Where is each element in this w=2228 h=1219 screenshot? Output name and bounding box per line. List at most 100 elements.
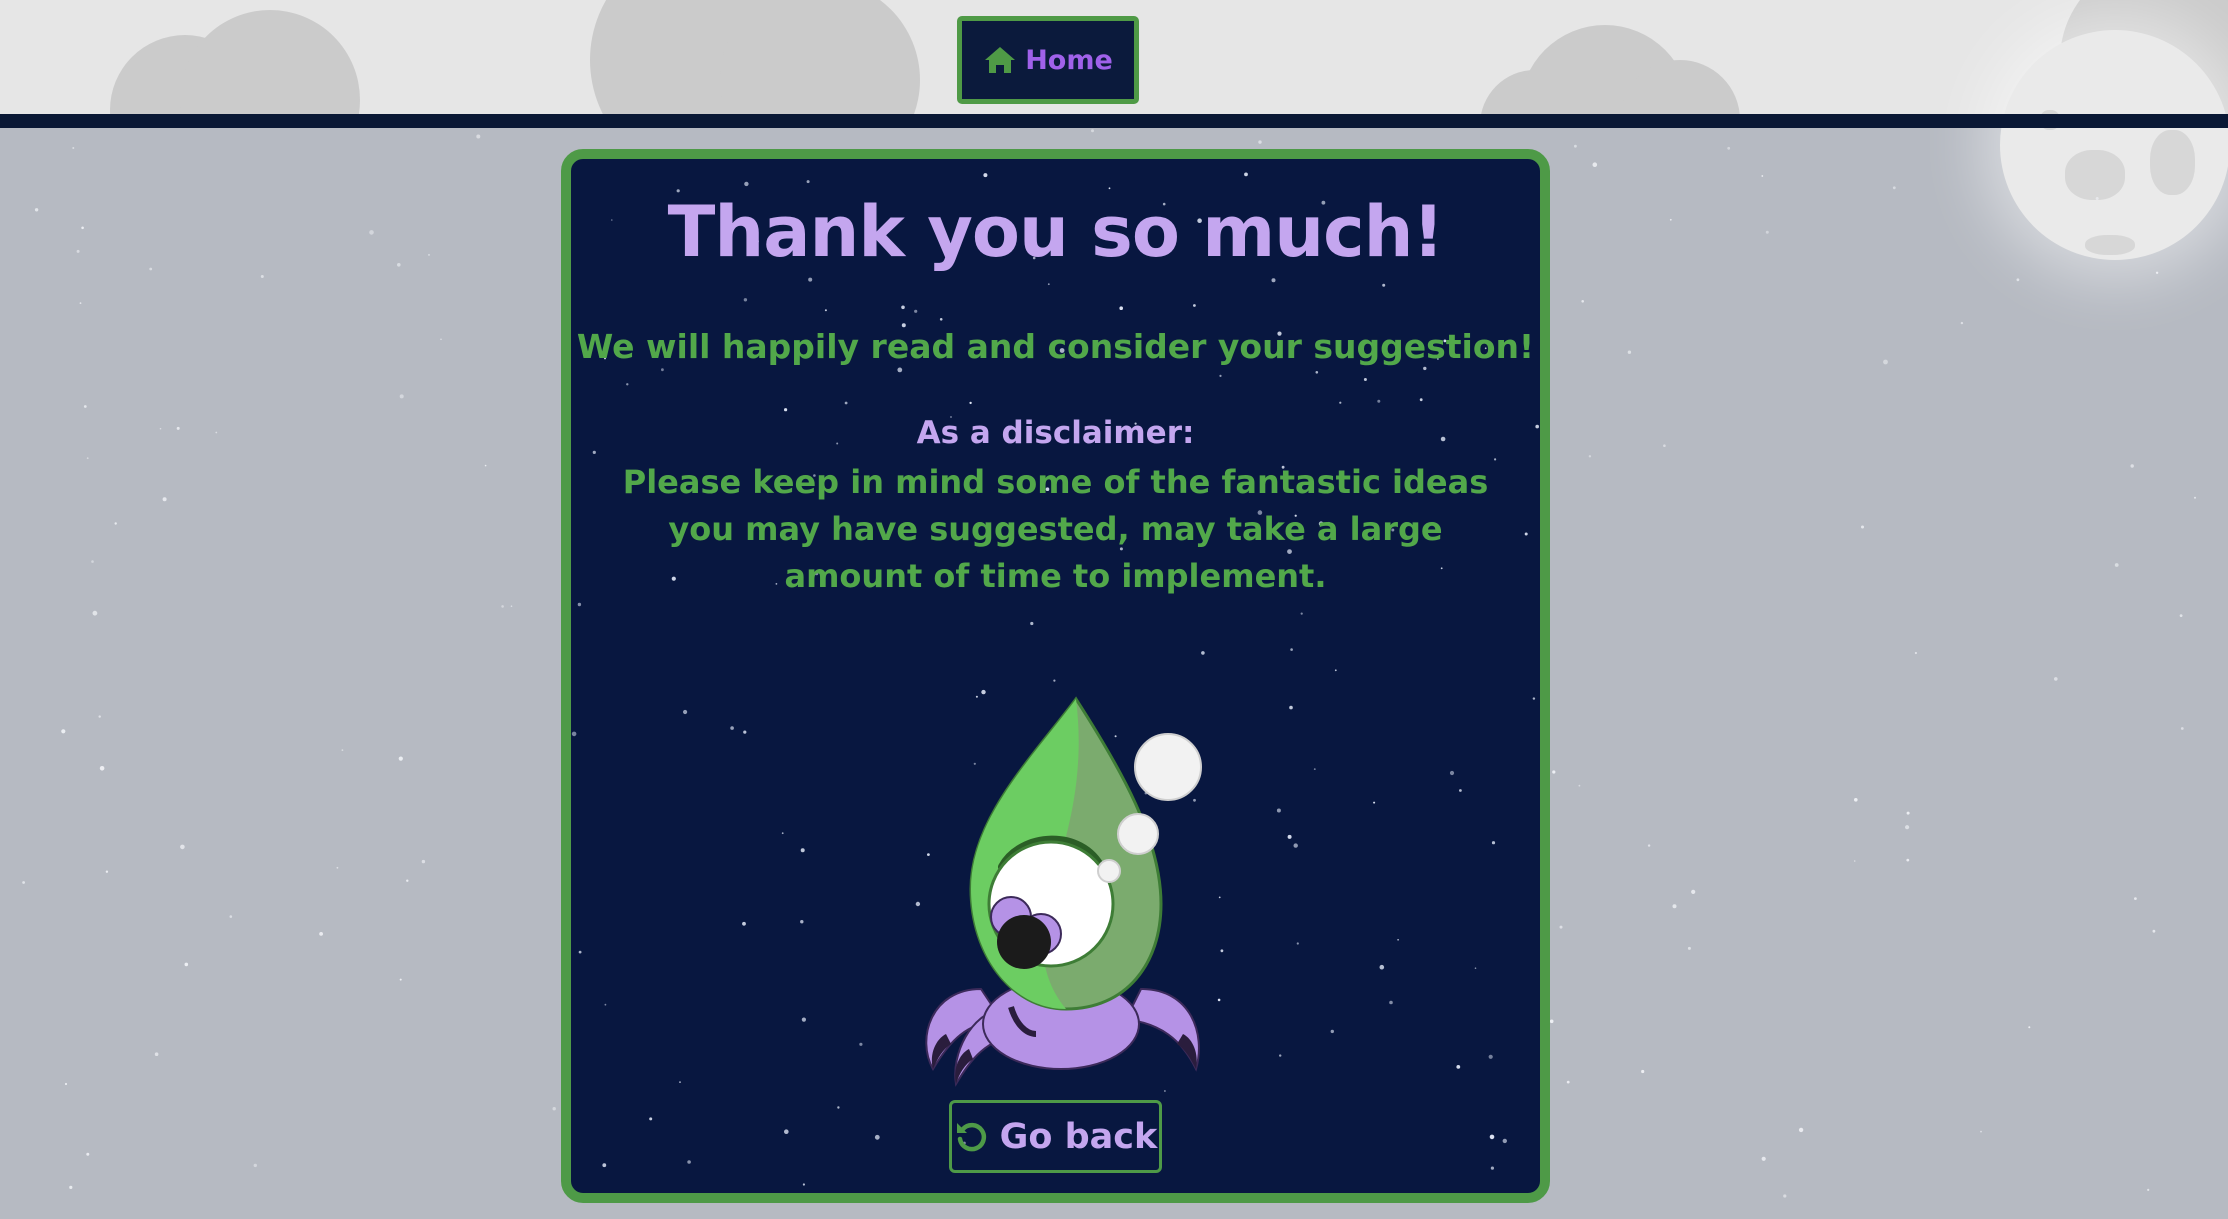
star-decoration <box>1456 1065 1461 1069</box>
star-decoration <box>1313 768 1316 770</box>
star-decoration <box>552 1107 556 1111</box>
star-decoration <box>2134 897 2137 900</box>
star-decoration <box>98 715 101 718</box>
star-decoration <box>149 267 153 271</box>
star-decoration <box>1914 651 1917 655</box>
star-decoration <box>1053 679 1056 682</box>
star-decoration <box>2114 563 2119 567</box>
star-decoration <box>184 962 189 967</box>
star-decoration <box>76 249 80 253</box>
star-decoration <box>1578 784 1581 787</box>
thank-you-card: Thank you so much! We will happily read … <box>561 149 1550 1203</box>
star-decoration <box>1379 964 1385 970</box>
star-decoration <box>742 921 746 926</box>
star-decoration <box>743 298 748 302</box>
star-decoration <box>162 497 167 502</box>
star-decoration <box>1201 651 1205 655</box>
star-decoration <box>1296 942 1299 945</box>
star-decoration <box>1164 1090 1166 1092</box>
star-decoration <box>743 730 747 734</box>
star-decoration <box>154 1052 159 1056</box>
star-decoration <box>1490 1166 1494 1170</box>
star-decoration <box>1765 230 1769 234</box>
star-decoration <box>81 226 84 230</box>
star-decoration <box>1449 770 1455 776</box>
star-decoration <box>86 1152 90 1156</box>
star-decoration <box>2152 929 2156 933</box>
star-decoration <box>2179 614 2183 617</box>
star-decoration <box>824 309 827 312</box>
star-decoration <box>1382 283 1386 287</box>
star-decoration <box>1691 889 1696 895</box>
star-decoration <box>1108 187 1111 190</box>
star-decoration <box>679 1081 681 1083</box>
star-decoration <box>1892 186 1896 190</box>
star-decoration <box>1397 939 1399 941</box>
home-button-label: Home <box>1025 44 1113 76</box>
star-decoration <box>2016 278 2020 282</box>
star-decoration <box>661 368 664 372</box>
star-decoration <box>1727 146 1731 150</box>
star-decoration <box>1641 1069 1645 1074</box>
home-button[interactable]: Home <box>957 16 1139 104</box>
star-decoration <box>159 427 162 430</box>
home-icon <box>983 45 1017 75</box>
star-decoration <box>800 848 805 853</box>
star-decoration <box>1339 401 1342 404</box>
star-decoration <box>1783 1194 1787 1198</box>
star-decoration <box>2147 1188 2150 1191</box>
star-decoration <box>806 180 810 184</box>
star-decoration <box>983 173 988 178</box>
go-back-button[interactable]: Go back <box>949 1100 1162 1173</box>
star-decoration <box>440 338 442 341</box>
star-decoration <box>1549 1019 1554 1024</box>
star-decoration <box>808 277 813 282</box>
star-decoration <box>1363 378 1367 381</box>
star-decoration <box>34 208 39 212</box>
star-decoration <box>61 729 66 734</box>
star-decoration <box>837 1106 840 1109</box>
star-decoration <box>1960 321 1964 325</box>
star-decoration <box>1687 946 1691 950</box>
star-decoration <box>844 401 848 405</box>
star-decoration <box>2194 496 2196 499</box>
star-decoration <box>215 431 218 434</box>
alien-mascot-image <box>925 696 1202 1087</box>
star-decoration <box>1330 1029 1334 1034</box>
star-decoration <box>1219 374 1222 377</box>
star-decoration <box>2095 197 2099 200</box>
go-back-label: Go back <box>999 1116 1158 1157</box>
star-decoration <box>1218 896 1221 899</box>
star-decoration <box>874 1134 880 1140</box>
star-decoration <box>428 253 430 256</box>
star-decoration <box>260 275 264 278</box>
star-decoration <box>1474 967 1477 969</box>
star-decoration <box>72 147 75 149</box>
star-decoration <box>1761 1156 1766 1161</box>
star-decoration <box>604 1003 607 1006</box>
star-decoration <box>649 1117 653 1121</box>
star-decoration <box>1761 175 1764 177</box>
star-decoration <box>1293 843 1298 848</box>
page-title: Thank you so much! <box>667 191 1445 273</box>
star-decoration <box>1647 844 1651 847</box>
star-decoration <box>1287 834 1292 839</box>
star-decoration <box>1334 669 1337 672</box>
star-decoration <box>1883 359 1888 365</box>
star-decoration <box>1244 172 1248 177</box>
star-decoration <box>1220 949 1224 953</box>
star-decoration <box>1980 1130 1982 1133</box>
star-decoration <box>1669 218 1672 221</box>
star-decoration <box>781 832 784 835</box>
star-decoration <box>1524 532 1528 536</box>
star-decoration <box>1315 371 1319 374</box>
star-decoration <box>79 302 82 304</box>
star-decoration <box>578 950 582 954</box>
star-decoration <box>1552 770 1556 774</box>
undo-icon <box>954 1119 990 1155</box>
star-decoration <box>369 230 374 235</box>
star-decoration <box>1853 860 1856 862</box>
star-decoration <box>2155 271 2159 274</box>
star-decoration <box>1491 841 1496 845</box>
star-decoration <box>1502 1138 1507 1144</box>
